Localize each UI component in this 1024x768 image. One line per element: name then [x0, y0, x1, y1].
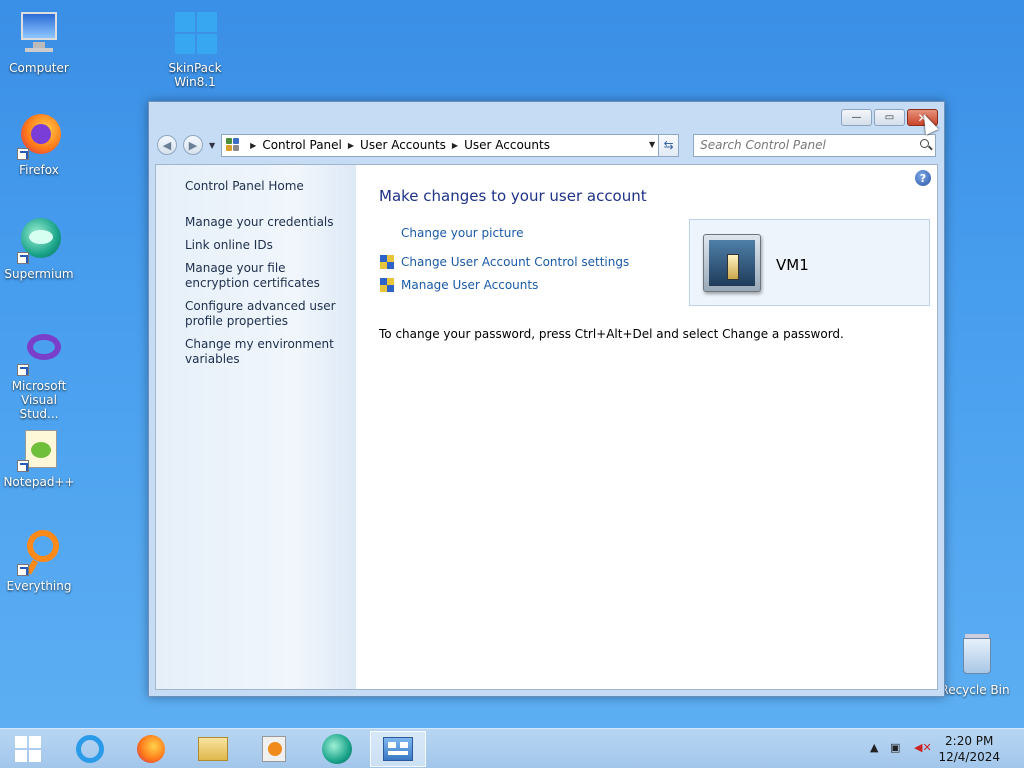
desktop-icon-label: Notepad++ — [3, 475, 75, 489]
breadcrumb-control-panel[interactable]: Control Panel — [262, 138, 342, 152]
user-avatar[interactable] — [703, 234, 761, 292]
file-encryption-certificates-link[interactable]: Manage your file encryption certificates — [185, 261, 350, 291]
recent-pages-dropdown[interactable]: ▼ — [209, 141, 215, 150]
breadcrumb-user-accounts[interactable]: User Accounts — [360, 138, 446, 152]
back-button[interactable]: ◀ — [157, 135, 177, 155]
control-panel-window: — ▭ ✕ ◀ ▶ ▼ ▶ Control Panel ▶ User Accou… — [148, 101, 945, 697]
network-icon[interactable]: ▣ — [890, 741, 900, 754]
help-icon[interactable]: ? — [915, 170, 931, 186]
file-explorer-icon — [198, 737, 228, 761]
maximize-icon: ▭ — [884, 112, 895, 123]
taskbar-internet-explorer[interactable] — [62, 731, 118, 767]
desktop-icon-supermium[interactable]: Supermium — [0, 216, 78, 281]
navigation-bar: ◀ ▶ ▼ ▶ Control Panel ▶ User Accounts ▶ … — [157, 133, 938, 157]
forward-button[interactable]: ▶ — [183, 135, 203, 155]
desktop-icon-skinpack[interactable]: SkinPack Win8.1 — [156, 10, 234, 89]
minimize-button[interactable]: — — [841, 109, 872, 126]
supermium-icon — [322, 734, 352, 764]
breadcrumb-separator-icon: ▶ — [250, 140, 257, 150]
address-dropdown-icon[interactable]: ▼ — [649, 140, 655, 149]
user-account-card: VM1 — [689, 219, 930, 306]
search-icon[interactable] — [920, 138, 930, 148]
control-panel-home-link[interactable]: Control Panel Home — [185, 179, 350, 194]
uac-shield-icon — [380, 278, 394, 293]
address-bar[interactable]: ▶ Control Panel ▶ User Accounts ▶ User A… — [221, 133, 660, 157]
minimize-icon: — — [851, 112, 862, 123]
firefox-icon — [137, 735, 165, 763]
link-online-ids-link[interactable]: Link online IDs — [185, 238, 350, 253]
content-area: Control Panel Home Manage your credentia… — [155, 164, 938, 690]
forward-arrow-icon: ▶ — [188, 138, 198, 152]
control-panel-icon — [383, 737, 413, 761]
taskbar-firefox[interactable] — [123, 731, 179, 767]
desktop-icon-label: Supermium — [4, 267, 74, 281]
skinpack-icon — [171, 10, 219, 58]
desktop-icon-computer[interactable]: Computer — [0, 10, 78, 75]
shortcut-arrow-icon — [17, 564, 29, 576]
desktop-icon-firefox[interactable]: Firefox — [0, 112, 78, 177]
visual-studio-icon — [15, 328, 63, 376]
taskbar-media-player[interactable] — [246, 731, 302, 767]
user-name: VM1 — [776, 256, 809, 274]
left-navigation-pane: Control Panel Home Manage your credentia… — [156, 165, 356, 689]
advanced-profile-properties-link[interactable]: Configure advanced user profile properti… — [185, 299, 350, 329]
recycle-bin-icon — [951, 632, 999, 680]
computer-icon — [15, 10, 63, 58]
shortcut-arrow-icon — [17, 148, 29, 160]
manage-credentials-link[interactable]: Manage your credentials — [185, 215, 350, 230]
lighthouse-icon — [727, 254, 739, 280]
taskbar-control-panel[interactable] — [370, 731, 426, 767]
breadcrumb-user-accounts-current[interactable]: User Accounts — [464, 138, 550, 152]
control-panel-icon — [226, 138, 240, 152]
media-player-icon — [262, 736, 286, 762]
shortcut-arrow-icon — [17, 252, 29, 264]
supermium-icon — [15, 216, 63, 264]
everything-icon — [15, 528, 63, 576]
search-input[interactable]: Search Control Panel — [693, 133, 937, 157]
start-button[interactable] — [0, 731, 56, 767]
shortcut-arrow-icon — [17, 364, 29, 376]
password-note: To change your password, press Ctrl+Alt+… — [379, 327, 844, 341]
desktop-icon-label: Everything — [6, 579, 72, 593]
desktop-icon-label: Firefox — [19, 163, 59, 177]
taskbar-supermium[interactable] — [309, 731, 365, 767]
notepadpp-icon — [15, 424, 63, 472]
taskbar-file-explorer[interactable] — [185, 731, 241, 767]
breadcrumb-separator-icon: ▶ — [451, 140, 459, 150]
breadcrumb-separator-icon: ▶ — [347, 140, 355, 150]
internet-explorer-icon — [76, 735, 104, 763]
search-placeholder: Search Control Panel — [700, 138, 826, 152]
back-arrow-icon: ◀ — [162, 138, 172, 152]
change-uac-settings-link[interactable]: Change User Account Control settings — [401, 255, 629, 269]
refresh-icon: ⇆ — [663, 138, 674, 152]
environment-variables-link[interactable]: Change my environment variables — [185, 337, 350, 367]
page-title: Make changes to your user account — [379, 187, 647, 205]
firefox-icon — [15, 112, 63, 160]
desktop-icon-label: Computer — [9, 61, 69, 75]
refresh-button[interactable]: ⇆ — [659, 133, 680, 157]
main-pane: ? Make changes to your user account Chan… — [356, 165, 937, 689]
desktop-icon-visual-studio[interactable]: Microsoft Visual Stud... — [0, 328, 78, 421]
clock-date: 12/4/2024 — [938, 750, 1000, 764]
volume-muted-icon[interactable]: ◀✕ — [914, 741, 932, 754]
shortcut-arrow-icon — [17, 460, 29, 472]
desktop-icon-notepadpp[interactable]: Notepad++ — [0, 424, 78, 489]
clock-time: 2:20 PM — [945, 734, 994, 748]
desktop-icon-label: Microsoft Visual Stud... — [11, 379, 67, 421]
taskbar: ▲ ▣ ◀✕ 2:20 PM 12/4/2024 — [0, 728, 1024, 768]
windows-logo-icon — [15, 736, 41, 762]
desktop-icon-recycle-bin[interactable]: Recycle Bin — [936, 632, 1014, 697]
manage-user-accounts-link[interactable]: Manage User Accounts — [401, 278, 538, 292]
show-hidden-icons-button[interactable]: ▲ — [870, 741, 878, 754]
desktop-icon-everything[interactable]: Everything — [0, 528, 78, 593]
system-clock[interactable]: 2:20 PM 12/4/2024 — [938, 733, 1000, 765]
maximize-button[interactable]: ▭ — [874, 109, 905, 126]
desktop-icon-label: SkinPack Win8.1 — [168, 61, 222, 89]
change-picture-link[interactable]: Change your picture — [401, 226, 523, 240]
uac-shield-icon — [380, 255, 394, 270]
desktop-icon-label: Recycle Bin — [940, 683, 1010, 697]
